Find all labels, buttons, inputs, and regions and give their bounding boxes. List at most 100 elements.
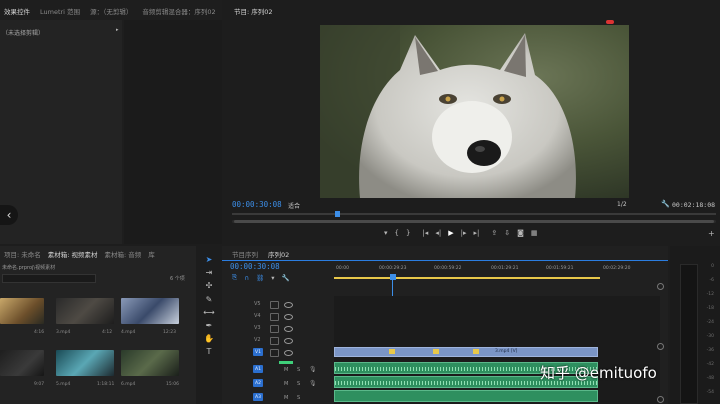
mark-in-icon[interactable]: { <box>395 229 399 237</box>
meter-tick: 0 <box>711 264 714 269</box>
clip-thumbnail-1[interactable] <box>0 298 44 324</box>
tab-libraries[interactable]: 库 <box>148 249 155 259</box>
panel-menu-icon[interactable]: ▸ <box>116 27 119 33</box>
clip-label: 3.mp4 [V] <box>495 349 518 354</box>
video-clip-v1[interactable]: 3.mp4 [V] <box>334 347 598 357</box>
mute-icon[interactable]: M <box>284 381 288 387</box>
fit-dropdown[interactable]: 适合 <box>288 201 300 210</box>
solo-icon[interactable]: S <box>297 367 300 373</box>
timeline-playhead-handle[interactable] <box>390 274 396 280</box>
zoom-scroll-bar[interactable] <box>232 220 716 223</box>
eye-icon[interactable] <box>284 326 293 332</box>
clip-thumbnail-5[interactable] <box>56 350 114 376</box>
eye-icon[interactable] <box>284 338 293 344</box>
nest-toggle-icon[interactable]: ⎘ <box>232 273 237 282</box>
extract-icon[interactable]: ⇩ <box>504 229 510 237</box>
type-tool-icon[interactable]: T <box>203 346 215 357</box>
bin-search-input[interactable] <box>2 274 96 283</box>
clip-duration: 1:18:11 <box>97 382 115 387</box>
sync-lock-icon[interactable] <box>270 337 279 345</box>
timeline-settings-icon[interactable]: 🔧 <box>282 273 290 282</box>
play-icon[interactable]: ▶ <box>448 229 453 237</box>
add-marker-icon[interactable]: ▾ <box>271 273 274 282</box>
go-to-in-icon[interactable]: |◂ <box>422 229 428 237</box>
clip-thumbnail-2[interactable] <box>0 350 44 376</box>
add-button-icon[interactable]: + <box>708 229 715 238</box>
track-label-v5: V5 <box>254 301 261 307</box>
timeline-timecode[interactable]: 00:00:30:08 <box>230 262 280 271</box>
ruler-label: 00:02:29:20 <box>603 266 631 271</box>
wrench-icon[interactable]: 🔧 <box>661 200 670 208</box>
eye-icon[interactable] <box>284 350 293 356</box>
ruler-label: 00:00 <box>336 266 349 271</box>
source-patch-a1[interactable]: A1 <box>253 365 263 373</box>
audio-clip-a3[interactable] <box>334 390 598 402</box>
solo-icon[interactable]: S <box>297 381 300 387</box>
tab-sequence-program[interactable]: 节目序列 <box>232 249 258 259</box>
linked-selection-icon[interactable]: ⛓ <box>256 273 264 282</box>
step-forward-icon[interactable]: |▸ <box>461 229 467 237</box>
rec-indicator <box>606 20 614 24</box>
tab-bin-video[interactable]: 素材箱: 视频素材 <box>48 249 98 259</box>
bin-path: 未命名.prproj\视频素材 <box>2 265 56 271</box>
hand-tool-icon[interactable]: ✋ <box>203 333 215 344</box>
tab-bin-audio[interactable]: 素材箱: 音频 <box>105 249 142 259</box>
tab-audio-clip-mixer[interactable]: 音频剪辑混合器：序列02 <box>142 6 215 16</box>
clip-thumbnail-6[interactable] <box>121 350 179 376</box>
tab-project[interactable]: 项目: 未命名 <box>4 249 41 259</box>
clip-duration: 4:12 <box>102 330 113 335</box>
sync-lock-icon[interactable] <box>270 301 279 309</box>
source-patch-a2[interactable]: A2 <box>253 379 263 387</box>
mute-icon[interactable]: M <box>284 395 288 401</box>
zoom-scroll-thumb[interactable] <box>234 220 714 223</box>
clip-fx-badge <box>473 349 479 354</box>
marker-icon[interactable]: ▾ <box>384 229 388 237</box>
program-scrub-bar[interactable] <box>232 213 716 215</box>
audio-meter-bars <box>680 264 698 404</box>
timeline-scroll-mid[interactable] <box>657 343 664 350</box>
track-select-tool-icon[interactable]: ⇥ <box>203 267 215 278</box>
quality-dropdown[interactable]: 1/2 <box>617 201 627 208</box>
meter-tick: -54 <box>706 390 714 395</box>
mute-icon[interactable]: M <box>284 367 288 373</box>
eye-icon[interactable] <box>284 302 293 308</box>
sync-lock-icon[interactable] <box>270 313 279 321</box>
meter-tick: -18 <box>706 306 714 311</box>
step-back-icon[interactable]: ◂| <box>435 229 441 237</box>
lift-icon[interactable]: ⇪ <box>491 229 497 237</box>
eye-icon[interactable] <box>284 314 293 320</box>
pen-tool-icon[interactable]: ✒ <box>203 320 215 331</box>
sync-lock-icon[interactable] <box>270 325 279 333</box>
tab-sequence-02[interactable]: 序列02 <box>268 249 289 259</box>
ruler-label: 00:01:59:21 <box>546 266 574 271</box>
slip-tool-icon[interactable]: ⟷ <box>203 307 215 318</box>
source-patch-v1[interactable]: V1 <box>253 348 263 356</box>
ripple-edit-tool-icon[interactable]: ✣ <box>203 280 215 291</box>
mic-icon[interactable]: 🎙 <box>309 380 317 387</box>
selection-tool-icon[interactable]: ➤ <box>203 254 215 265</box>
time-ruler[interactable]: 00:00 00:00:29:23 00:00:59:22 00:01:29:2… <box>334 266 668 280</box>
tab-source-monitor[interactable]: 源：（无剪辑） <box>90 6 132 16</box>
work-area-bar[interactable] <box>334 277 600 279</box>
tab-lumetri-scopes[interactable]: Lumetri 范围 <box>40 6 80 16</box>
razor-tool-icon[interactable]: ✎ <box>203 294 215 305</box>
timeline-scroll-top[interactable] <box>657 283 664 290</box>
export-frame-icon[interactable]: ◙ <box>517 229 524 237</box>
source-patch-a3[interactable]: A3 <box>253 393 263 401</box>
go-to-out-icon[interactable]: ▸| <box>473 229 479 237</box>
tab-effect-controls[interactable]: 效果控件 <box>4 6 30 16</box>
program-playhead[interactable] <box>335 211 340 217</box>
sync-lock-icon[interactable] <box>270 349 279 357</box>
mark-out-icon[interactable]: } <box>406 229 410 237</box>
clip-thumbnail-3[interactable] <box>56 298 114 324</box>
solo-icon[interactable]: S <box>297 395 300 401</box>
button-editor-icon[interactable]: ▦ <box>531 229 538 237</box>
timeline-scroll-bottom[interactable] <box>657 396 664 403</box>
clip-thumbnail-4[interactable] <box>121 298 179 324</box>
snap-icon[interactable]: ∩ <box>244 273 249 282</box>
meter-tick: -36 <box>706 348 714 353</box>
program-timecode[interactable]: 00:00:30:08 <box>232 200 282 209</box>
mic-icon[interactable]: 🎙 <box>309 366 317 373</box>
program-monitor-title[interactable]: 节目: 序列02 <box>234 6 273 16</box>
track-label-v4: V4 <box>254 313 261 319</box>
